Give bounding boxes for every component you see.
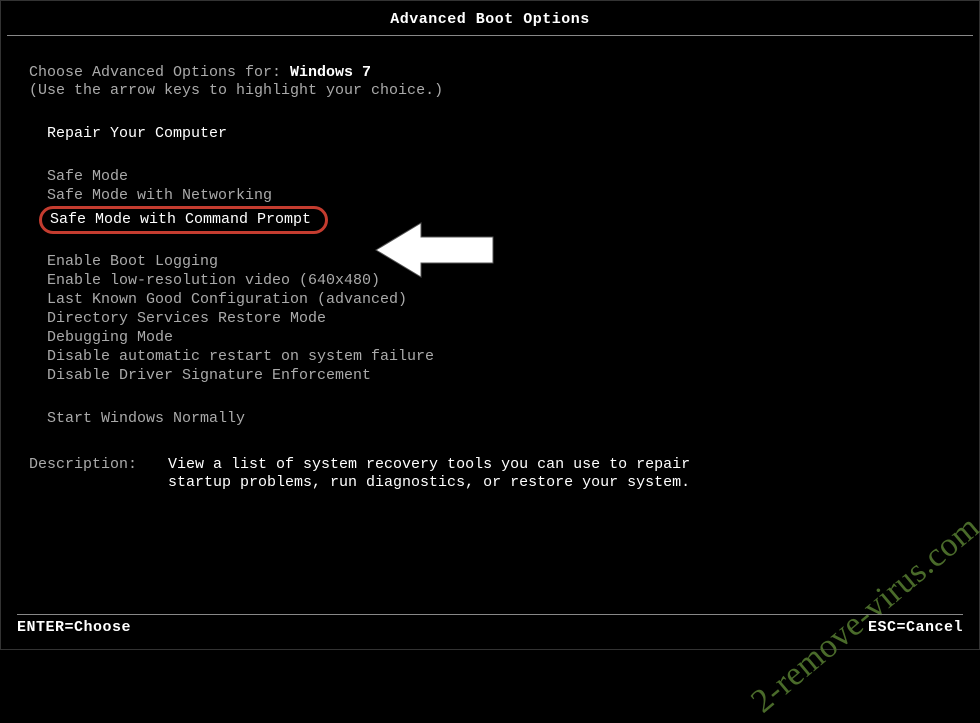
option-enable-boot-logging[interactable]: Enable Boot Logging	[47, 253, 218, 271]
options-list: Repair Your Computer Safe Mode Safe Mode…	[29, 100, 951, 428]
choose-line: Choose Advanced Options for: Windows 7	[29, 64, 951, 82]
choose-prefix: Choose Advanced Options for:	[29, 64, 290, 81]
content-area: Choose Advanced Options for: Windows 7 (…	[1, 36, 979, 492]
option-safe-mode[interactable]: Safe Mode	[47, 168, 128, 186]
description-label: Description:	[29, 456, 159, 474]
footer-esc-hint: ESC=Cancel	[868, 619, 963, 637]
selected-option-wrap: Safe Mode with Command Prompt	[47, 206, 328, 234]
option-start-windows-normally[interactable]: Start Windows Normally	[47, 410, 245, 428]
highlight-circle: Safe Mode with Command Prompt	[39, 206, 328, 234]
group-advanced: Enable Boot Logging Enable low-resolutio…	[47, 252, 951, 385]
divider-bottom	[17, 614, 963, 615]
description-block: Description: View a list of system recov…	[29, 456, 951, 492]
option-safe-mode-networking[interactable]: Safe Mode with Networking	[47, 187, 272, 205]
footer-enter-hint: ENTER=Choose	[17, 619, 131, 637]
instruction-line: (Use the arrow keys to highlight your ch…	[29, 82, 951, 100]
description-text: View a list of system recovery tools you…	[168, 456, 728, 492]
group-normal: Start Windows Normally	[47, 409, 951, 428]
option-low-resolution-video[interactable]: Enable low-resolution video (640x480)	[47, 272, 380, 290]
option-disable-auto-restart[interactable]: Disable automatic restart on system fail…	[47, 348, 434, 366]
option-debugging-mode[interactable]: Debugging Mode	[47, 329, 173, 347]
page-title: Advanced Boot Options	[1, 1, 979, 35]
os-name: Windows 7	[290, 64, 371, 81]
option-disable-driver-signature[interactable]: Disable Driver Signature Enforcement	[47, 367, 371, 385]
option-directory-services-restore[interactable]: Directory Services Restore Mode	[47, 310, 326, 328]
option-last-known-good[interactable]: Last Known Good Configuration (advanced)	[47, 291, 407, 309]
footer: ENTER=Choose ESC=Cancel	[1, 608, 979, 637]
option-repair-your-computer[interactable]: Repair Your Computer	[47, 125, 227, 143]
group-repair: Repair Your Computer	[47, 124, 951, 143]
option-safe-mode-command-prompt[interactable]: Safe Mode with Command Prompt	[50, 211, 311, 229]
group-safe-mode: Safe Mode Safe Mode with Networking Safe…	[47, 167, 951, 234]
